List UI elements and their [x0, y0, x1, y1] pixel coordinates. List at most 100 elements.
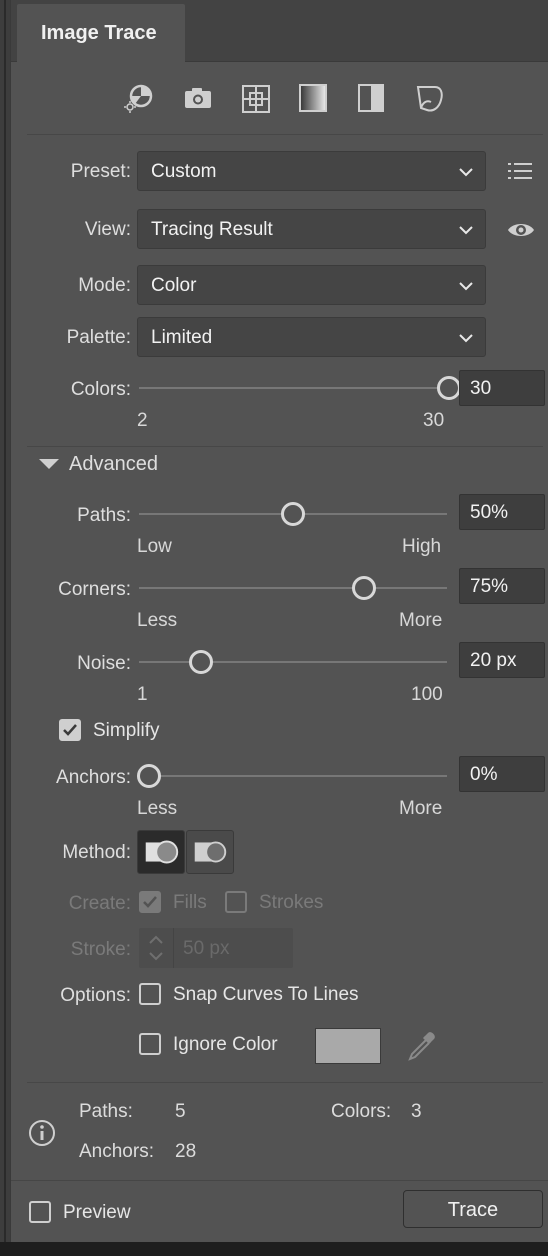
- preset-dropdown[interactable]: Custom: [137, 151, 486, 191]
- eyedropper-icon[interactable]: [403, 1028, 439, 1064]
- image-trace-panel: Image Trace Preset: Custom View: Tracing…: [10, 0, 548, 1242]
- abutting-method-icon: [145, 840, 179, 864]
- paths-max-label: High: [402, 536, 442, 557]
- ignore-color-swatch[interactable]: [315, 1028, 381, 1064]
- corners-slider-knob[interactable]: [351, 576, 376, 600]
- advanced-section-toggle[interactable]: Advanced: [69, 453, 158, 476]
- paths-label: Paths:: [77, 505, 131, 526]
- outline-icon[interactable]: [411, 80, 447, 116]
- chevron-down-icon: [459, 168, 473, 177]
- colors-label: Colors:: [70, 379, 131, 400]
- info-paths-label: Paths:: [79, 1101, 133, 1122]
- abutting-method-button[interactable]: [137, 830, 185, 874]
- anchors-max-label: More: [399, 798, 443, 819]
- stroke-label: Stroke:: [70, 939, 131, 960]
- colors-max-label: 30: [423, 410, 445, 431]
- simplify-checkbox[interactable]: [59, 719, 81, 741]
- mode-value: Color: [151, 275, 197, 296]
- info-colors-value: 3: [411, 1101, 422, 1122]
- colors-min-label: 2: [137, 410, 148, 431]
- options-label: Options:: [60, 985, 131, 1006]
- stepper-arrows-icon: [149, 935, 163, 961]
- palette-label: Palette:: [66, 327, 131, 348]
- chevron-down-icon: [459, 282, 473, 291]
- tab-label: Image Trace: [41, 22, 157, 44]
- info-icon: [27, 1118, 57, 1148]
- simplify-label: Simplify: [93, 720, 160, 741]
- black-and-white-icon[interactable]: [353, 80, 389, 116]
- fills-label: Fills: [173, 892, 207, 913]
- ignore-color-label: Ignore Color: [173, 1034, 278, 1055]
- colors-slider-track[interactable]: [139, 387, 449, 389]
- noise-label: Noise:: [77, 653, 131, 674]
- chevron-down-icon: [459, 226, 473, 235]
- corners-min-label: Less: [137, 610, 178, 631]
- stroke-stepper[interactable]: 50 px: [139, 928, 293, 968]
- info-anchors-label: Anchors:: [79, 1141, 154, 1162]
- disclosure-triangle-icon[interactable]: [37, 457, 63, 471]
- trace-button[interactable]: Trace: [403, 1190, 543, 1228]
- overlapping-method-icon: [194, 841, 227, 863]
- noise-max-label: 100: [411, 684, 443, 705]
- panel-tab-bar: Image Trace: [11, 0, 548, 62]
- palette-value: Limited: [151, 327, 213, 348]
- low-color-icon[interactable]: [237, 80, 273, 116]
- strokes-checkbox[interactable]: [225, 891, 247, 913]
- colors-slider-knob[interactable]: [437, 376, 461, 400]
- preview-checkbox[interactable]: [29, 1201, 51, 1223]
- info-anchors-value: 28: [175, 1141, 197, 1162]
- method-label: Method:: [62, 842, 131, 863]
- noise-slider-knob[interactable]: [188, 650, 213, 674]
- mode-label: Mode:: [78, 275, 131, 296]
- colors-value: 30: [470, 378, 492, 399]
- snap-curves-checkbox[interactable]: [139, 983, 161, 1005]
- grayscale-icon[interactable]: [295, 80, 331, 116]
- panel-dock-edge: [0, 0, 10, 1256]
- palette-dropdown[interactable]: Limited: [137, 317, 486, 357]
- anchors-input[interactable]: 0%: [459, 756, 545, 792]
- ignore-color-checkbox[interactable]: [139, 1033, 161, 1055]
- stepper-divider: [173, 928, 174, 968]
- chevron-down-icon: [459, 334, 473, 343]
- info-colors-label: Colors:: [331, 1101, 392, 1122]
- anchors-min-label: Less: [137, 798, 178, 819]
- view-dropdown[interactable]: Tracing Result: [137, 209, 486, 249]
- camera-icon[interactable]: [179, 80, 215, 116]
- corners-slider-track[interactable]: [139, 587, 447, 589]
- noise-min-label: 1: [137, 684, 148, 705]
- paths-input[interactable]: 50%: [459, 494, 545, 530]
- view-value: Tracing Result: [151, 219, 273, 240]
- checkmark-icon: [63, 724, 77, 736]
- corners-input[interactable]: 75%: [459, 568, 545, 604]
- noise-input[interactable]: 20 px: [459, 642, 545, 678]
- create-label: Create:: [68, 893, 131, 914]
- eye-icon[interactable]: [505, 218, 537, 242]
- anchors-slider-track[interactable]: [139, 775, 447, 777]
- stroke-value: 50 px: [183, 938, 230, 959]
- checkmark-icon: [143, 896, 157, 908]
- info-paths-value: 5: [175, 1101, 186, 1122]
- overlapping-method-button[interactable]: [186, 830, 234, 874]
- paths-slider-knob[interactable]: [281, 502, 305, 526]
- divider: [27, 1082, 543, 1083]
- mode-dropdown[interactable]: Color: [137, 265, 486, 305]
- corners-max-label: More: [399, 610, 443, 631]
- anchors-slider-knob[interactable]: [137, 764, 161, 788]
- snap-curves-label: Snap Curves To Lines: [173, 984, 359, 1005]
- paths-value: 50%: [470, 502, 509, 523]
- auto-color-icon[interactable]: [121, 80, 157, 116]
- preset-label: Preset:: [70, 161, 131, 182]
- colors-input[interactable]: 30: [459, 370, 545, 406]
- noise-slider-track[interactable]: [139, 661, 447, 663]
- divider: [27, 446, 543, 447]
- view-label: View:: [84, 219, 131, 240]
- panel-menu-icon[interactable]: [506, 158, 536, 184]
- tab-image-trace[interactable]: Image Trace: [17, 4, 185, 62]
- paths-min-label: Low: [137, 536, 172, 557]
- preview-label: Preview: [63, 1202, 131, 1223]
- corners-label: Corners:: [58, 579, 131, 600]
- corners-value: 75%: [470, 576, 509, 597]
- fills-checkbox[interactable]: [139, 891, 161, 913]
- anchors-value: 0%: [470, 764, 498, 785]
- divider: [27, 134, 543, 135]
